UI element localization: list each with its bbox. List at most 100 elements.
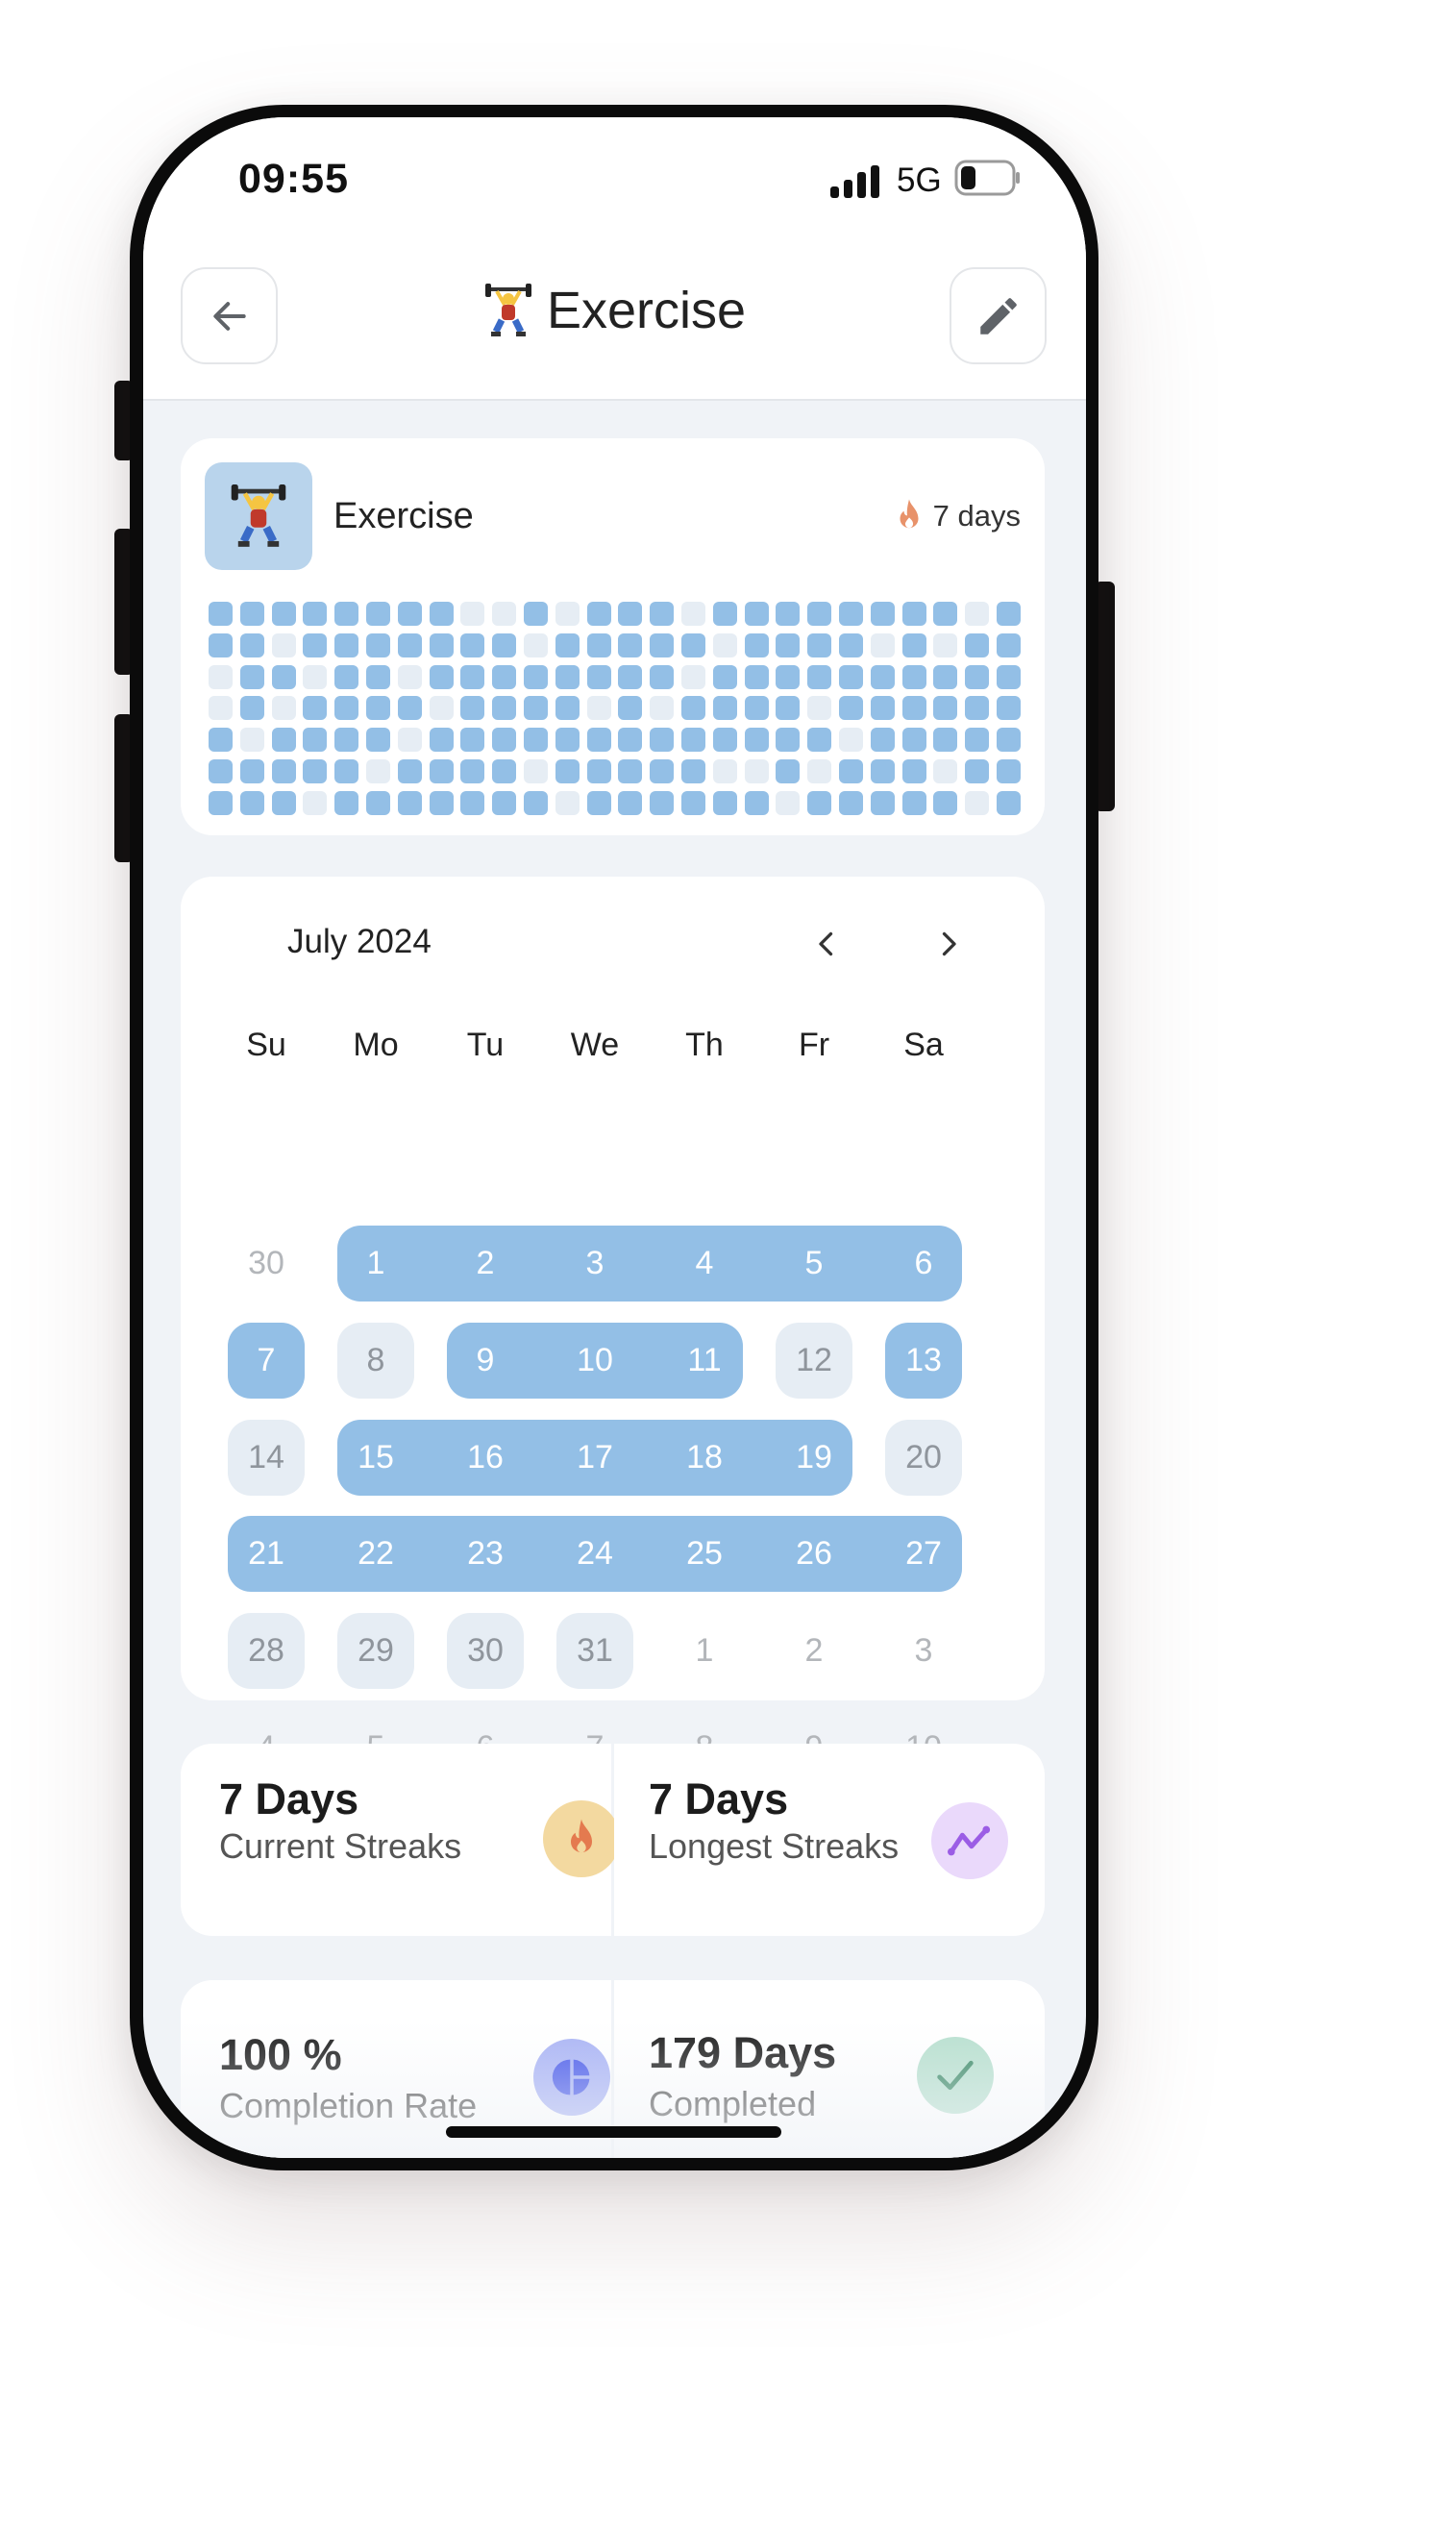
heatmap-cell-done [839,759,863,783]
heatmap-cell-done [681,696,705,721]
calendar-day-done[interactable]: 9 [447,1323,524,1399]
calendar-day-done[interactable]: 25 [666,1516,743,1592]
calendar-day-outside[interactable]: 3 [885,1613,962,1689]
calendar-day-done[interactable]: 16 [447,1420,524,1496]
heatmap-cell-done [239,696,264,721]
calendar-day-outside[interactable]: 1 [666,1613,743,1689]
calendar-day-done[interactable]: 22 [337,1516,414,1592]
heatmap-cell-done [618,728,643,753]
heatmap-cell-done [303,602,328,626]
calendar-day-missed[interactable]: 8 [337,1323,414,1399]
heatmap-cell-done [839,790,863,815]
weekday-label: Fr [798,1027,830,1063]
heatmap-cell-done [870,602,895,626]
calendar-day-done[interactable]: 23 [447,1516,524,1592]
calendar-day-done[interactable]: 15 [337,1420,414,1496]
calendar-day-done[interactable]: 4 [666,1226,743,1302]
heatmap-cell-missed [965,602,990,626]
calendar-day-done[interactable]: 7 [228,1323,305,1399]
calendar-day-done[interactable]: 19 [776,1420,852,1496]
heatmap-cell-missed [429,696,454,721]
heatmap-cell-done [429,759,454,783]
next-month-button[interactable] [931,927,966,961]
calendar-day-missed[interactable]: 31 [556,1613,633,1689]
calendar-day-done[interactable]: 13 [885,1323,962,1399]
heatmap-cell-missed [397,728,422,753]
heatmap-cell-done [997,728,1021,753]
heatmap-cell-done [839,632,863,657]
heatmap-cell-missed [712,632,737,657]
heatmap-cell-done [303,728,328,753]
calendar-day-outside[interactable]: 2 [776,1613,852,1689]
heatmap-cell-done [650,664,675,689]
heatmap-cell-missed [839,728,863,753]
stat-value: 7 Days [649,1774,789,1823]
heatmap-cell-done [239,759,264,783]
heatmap-cell-done [555,664,580,689]
heatmap-cell-missed [933,632,958,657]
calendar-day-missed[interactable]: 14 [228,1420,305,1496]
calendar-day-done[interactable]: 10 [556,1323,633,1399]
stat-value: 7 Days [219,1774,359,1823]
heatmap-cell-done [901,664,926,689]
prev-month-button[interactable] [809,927,844,961]
heatmap-cell-done [334,728,359,753]
heatmap-cell-done [586,664,611,689]
page-title: Exercise [143,281,1086,340]
top-bar: 09:55 5G Exercise [143,117,1086,401]
calendar-day-done[interactable]: 3 [556,1226,633,1302]
heatmap-cell-done [271,664,296,689]
calendar-day-done[interactable]: 6 [885,1226,962,1302]
heatmap-cell-done [397,790,422,815]
calendar-day-done[interactable]: 21 [228,1516,305,1592]
home-indicator[interactable] [446,2126,781,2138]
heatmap-cell-done [712,790,737,815]
heatmap-cell-done [650,602,675,626]
calendar-day-done[interactable]: 11 [666,1323,743,1399]
calendar-day-done[interactable]: 24 [556,1516,633,1592]
calendar-day-outside[interactable]: 30 [228,1226,305,1302]
phone-screen: 09:55 5G Exercise Exercise 7 days July 2… [143,117,1086,2158]
heatmap-cell-done [933,790,958,815]
heatmap-cell-missed [870,632,895,657]
calendar-day-done[interactable]: 26 [776,1516,852,1592]
calendar-day-missed[interactable]: 29 [337,1613,414,1689]
calendar-day-missed[interactable]: 30 [447,1613,524,1689]
page-title-text: Exercise [546,282,747,339]
status-time: 09:55 [238,156,349,202]
flame-icon [900,499,919,529]
weekday-label: Su [246,1027,286,1063]
habit-summary-card[interactable]: Exercise 7 days [181,438,1045,835]
calendar-day-done[interactable]: 18 [666,1420,743,1496]
heatmap-cell-done [681,632,705,657]
calendar-day-done[interactable]: 5 [776,1226,852,1302]
weekday-label: Sa [903,1027,944,1063]
calendar-day-missed[interactable]: 28 [228,1613,305,1689]
heatmap-cell-done [744,664,769,689]
heatmap-cell-done [366,602,390,626]
heatmap-cell-missed [303,664,328,689]
weightlifter-icon [484,284,531,336]
calendar-day-done[interactable]: 2 [447,1226,524,1302]
edit-button[interactable] [950,267,1047,364]
heatmap-cell-missed [681,664,705,689]
calendar-day-done[interactable]: 27 [885,1516,962,1592]
heatmap-cell-done [397,632,422,657]
calendar-day-missed[interactable]: 20 [885,1420,962,1496]
calendar-day-done[interactable]: 17 [556,1420,633,1496]
heatmap-cell-done [618,664,643,689]
calendar-day-missed[interactable]: 12 [776,1323,852,1399]
heatmap-cell-done [586,602,611,626]
heatmap-cell-done [807,632,832,657]
heatmap-cell-done [271,602,296,626]
heatmap-cell-done [460,664,485,689]
heatmap-cell-missed [271,696,296,721]
heatmap-cell-done [901,728,926,753]
heatmap-cell-missed [492,602,517,626]
heatmap-cell-done [460,696,485,721]
heatmap-cell-missed [933,759,958,783]
calendar-day-done[interactable]: 1 [337,1226,414,1302]
heatmap-cell-done [744,696,769,721]
heatmap-cell-done [933,696,958,721]
heatmap-cell-done [492,664,517,689]
